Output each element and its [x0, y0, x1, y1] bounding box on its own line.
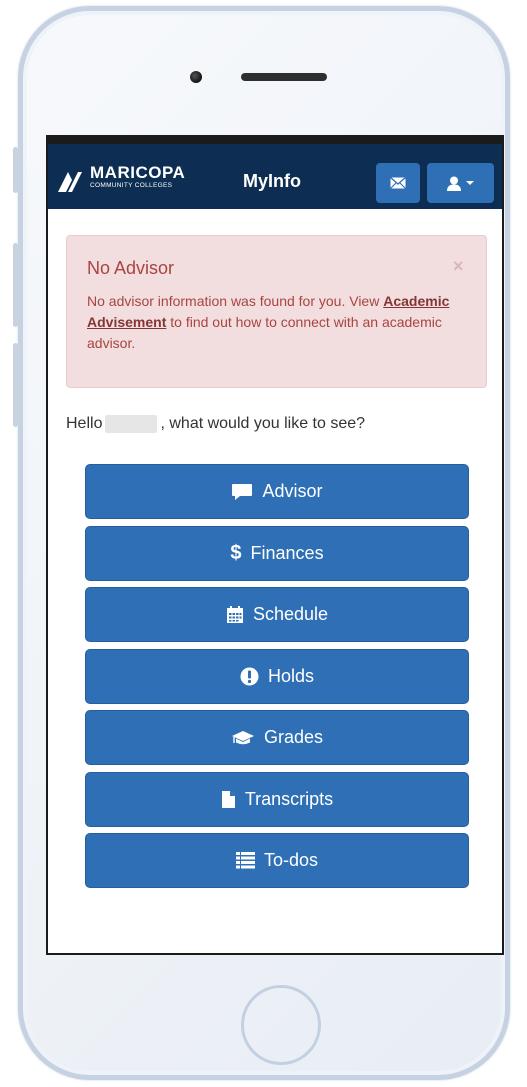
chevron-down-icon [466, 181, 474, 185]
app-title: MyInfo [243, 171, 301, 191]
dollar-icon: $ [230, 541, 242, 564]
finances-label: Finances [250, 542, 324, 563]
grades-button[interactable]: Grades [85, 710, 469, 765]
comment-icon [231, 483, 253, 501]
main-menu: Advisor $ Finances Schedule Holds Grades… [85, 464, 469, 895]
transcripts-button[interactable]: Transcripts [85, 771, 469, 827]
advisor-label: Advisor [262, 481, 323, 501]
home-button[interactable] [241, 985, 321, 1065]
graduation-cap-icon [231, 730, 255, 746]
user-menu-button[interactable] [427, 163, 494, 203]
transcripts-label: Transcripts [244, 788, 334, 809]
maricopa-logo[interactable]: MARICOPA COMMUNITY COLLEGES [90, 164, 185, 190]
alert-text-before: No advisor information was found for you… [87, 293, 384, 309]
advisor-button[interactable]: Advisor [85, 464, 469, 519]
envelope-icon [390, 177, 406, 189]
volume-up-button [13, 243, 18, 327]
redacted-name [105, 415, 158, 433]
grades-label: Grades [263, 727, 324, 747]
alert-title: No Advisor [87, 258, 175, 278]
greeting-prefix: Hello [66, 415, 103, 432]
close-icon[interactable]: × [453, 256, 464, 277]
exclamation-circle-icon [240, 667, 259, 686]
camera-icon [190, 71, 202, 83]
schedule-label: Schedule [252, 604, 329, 624]
volume-down-button [13, 343, 18, 427]
greeting-suffix: , what would you like to see? [160, 415, 366, 432]
top-navbar: MARICOPA COMMUNITY COLLEGES MyInfo [48, 137, 502, 209]
greeting: Hello , what would you like to see? [66, 415, 365, 433]
logo-subtitle: COMMUNITY COLLEGES [90, 182, 173, 189]
logo-name: MARICOPA [90, 163, 186, 182]
mute-switch [13, 147, 18, 193]
user-icon [447, 176, 461, 191]
to-dos-button[interactable]: To-dos [85, 833, 469, 888]
holds-button[interactable]: Holds [85, 648, 469, 704]
list-icon [235, 852, 255, 869]
messages-button[interactable] [376, 163, 420, 203]
holds-label: Holds [267, 665, 315, 686]
alert-message: No advisor information was found for you… [87, 291, 467, 354]
finances-button[interactable]: $ Finances [85, 525, 469, 581]
phone-screen: MARICOPA COMMUNITY COLLEGES MyInfo No Ad… [46, 135, 504, 955]
to-dos-label: To-dos [263, 850, 319, 870]
calendar-icon [226, 605, 244, 624]
file-icon [221, 790, 236, 809]
no-advisor-alert: No Advisor × No advisor information was … [66, 235, 487, 388]
maricopa-logo-icon [58, 172, 82, 192]
schedule-button[interactable]: Schedule [85, 587, 469, 642]
speaker-grille [241, 73, 327, 81]
